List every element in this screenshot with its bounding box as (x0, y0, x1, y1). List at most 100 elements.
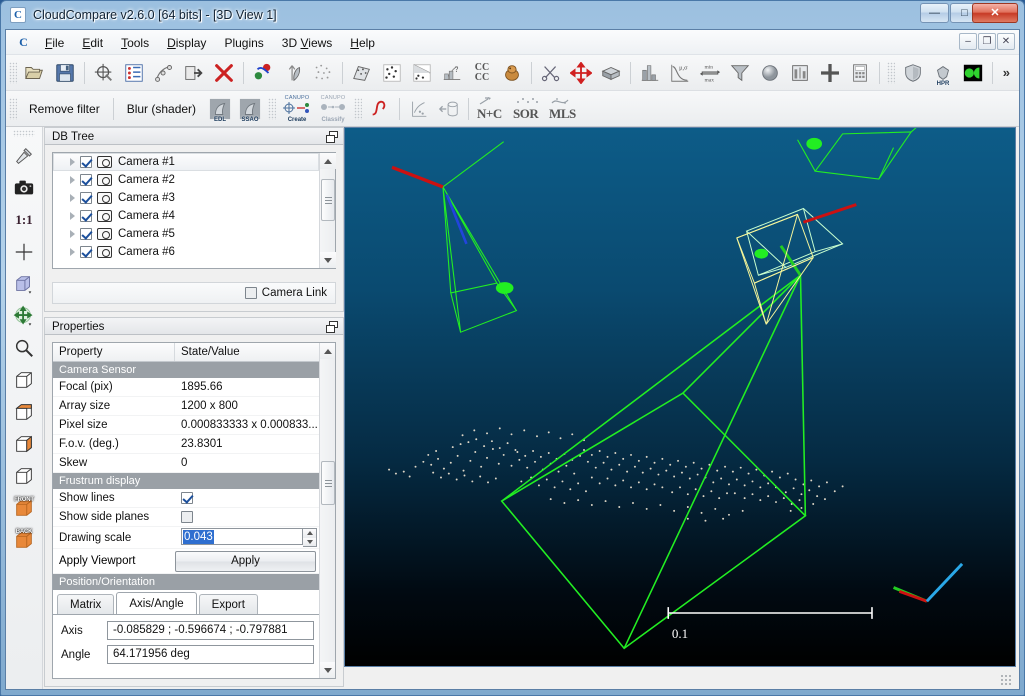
apply-button[interactable]: Apply (175, 550, 316, 572)
mdi-restore-button[interactable]: ❐ (978, 33, 996, 50)
box-primitive-icon[interactable] (597, 59, 625, 87)
sphere-icon[interactable] (756, 59, 784, 87)
view-front-icon[interactable]: FRONT (9, 493, 39, 523)
property-row-array-size[interactable]: Array size 1200 x 800 (53, 397, 319, 416)
axis-input[interactable]: -0.085829 ; -0.596674 ; -0.797881 (107, 621, 314, 640)
mls-filter-icon[interactable]: MLS (546, 95, 580, 123)
menu-display[interactable]: Display (158, 32, 215, 54)
menu-file[interactable]: File (36, 32, 73, 54)
minmax-icon[interactable]: min max (696, 59, 724, 87)
delete-icon[interactable] (210, 59, 238, 87)
gaussian-icon[interactable]: μ,σ (666, 59, 694, 87)
scrollbar-thumb[interactable] (321, 461, 335, 505)
pivot-move-icon[interactable] (9, 301, 39, 331)
segment-icon[interactable] (408, 59, 436, 87)
drawing-scale-field[interactable]: 0.043 (181, 528, 303, 545)
extra-toolbar-grip[interactable] (354, 97, 363, 120)
expand-arrow-icon[interactable] (70, 248, 75, 256)
subsample-icon[interactable] (309, 59, 337, 87)
view-toolbar-grip[interactable] (13, 130, 35, 137)
calculator-icon[interactable] (846, 59, 874, 87)
scroll-down-icon[interactable] (320, 252, 336, 268)
normals-icon[interactable] (279, 59, 307, 87)
stat-histogram-icon[interactable] (636, 59, 664, 87)
canupo-classify-icon[interactable]: CANUPO Classify (316, 95, 350, 123)
properties-table[interactable]: Property State/Value Camera Sensor Focal… (52, 342, 336, 679)
toolbar-grip[interactable] (9, 61, 17, 84)
camera-snapshot-icon[interactable] (9, 173, 39, 203)
expand-arrow-icon[interactable] (70, 176, 75, 184)
drawing-scale-spinbox[interactable]: 0.043 (175, 527, 319, 548)
tree-item-camera-3[interactable]: Camera #3 (53, 189, 319, 207)
expand-arrow-icon[interactable] (70, 158, 75, 166)
edl-shader-icon[interactable]: EDL (206, 95, 234, 123)
scissors-icon[interactable] (537, 59, 565, 87)
visibility-checkbox[interactable] (80, 210, 92, 222)
tree-item-camera-6[interactable]: Camera #6 (53, 243, 319, 261)
show-lines-checkbox[interactable] (181, 492, 193, 504)
mesh-icon[interactable] (348, 59, 376, 87)
view-left-icon[interactable] (9, 429, 39, 459)
merge-icon[interactable] (180, 59, 208, 87)
cc-compare-icon[interactable]: CC CC (468, 59, 496, 87)
mdi-close-button[interactable]: ✕ (997, 33, 1015, 50)
nc-filter-icon[interactable]: N+C (474, 95, 508, 123)
ssao-shader-icon[interactable]: SSAO (236, 95, 264, 123)
tab-export[interactable]: Export (198, 594, 258, 614)
property-row-skew[interactable]: Skew 0 (53, 454, 319, 473)
camera-link-checkbox[interactable] (244, 287, 257, 299)
remove-filter-button[interactable]: Remove filter (20, 97, 109, 121)
scroll-up-icon[interactable] (320, 343, 335, 359)
sor-filter-icon[interactable]: SOR (510, 95, 544, 123)
property-row-focal[interactable]: Focal (pix) 1895.66 (53, 378, 319, 397)
canupo-create-icon[interactable]: CANUPO Create (280, 95, 314, 123)
menu-help[interactable]: Help (341, 32, 384, 54)
resize-grip[interactable] (1000, 674, 1012, 686)
scroll-up-icon[interactable] (320, 153, 336, 169)
visibility-checkbox[interactable] (80, 192, 92, 204)
zoom-one-to-one-icon[interactable]: 1:1 (9, 205, 39, 235)
property-row-fov[interactable]: F.o.v. (deg.) 23.8301 (53, 435, 319, 454)
translate-rotate-icon[interactable] (567, 59, 595, 87)
unroll-icon[interactable] (435, 95, 463, 123)
tree-item-camera-4[interactable]: Camera #4 (53, 207, 319, 225)
scatter-tool-icon[interactable] (405, 95, 433, 123)
tree-item-camera-2[interactable]: Camera #2 (53, 171, 319, 189)
scrollbar-thumb[interactable] (321, 179, 335, 221)
angle-input[interactable]: 64.171956 deg (107, 645, 314, 664)
mdi-minimize-button[interactable]: – (959, 33, 977, 50)
expand-arrow-icon[interactable] (70, 230, 75, 238)
db-tree-icon[interactable] (120, 59, 148, 87)
scroll-down-icon[interactable] (320, 662, 335, 678)
tab-axis-angle[interactable]: Axis/Angle (116, 592, 197, 614)
save-icon[interactable] (51, 59, 79, 87)
stepper-down-icon[interactable] (303, 537, 316, 546)
expand-arrow-icon[interactable] (70, 194, 75, 202)
plugin-toolbar-grip[interactable] (887, 61, 895, 84)
visibility-checkbox[interactable] (80, 156, 92, 168)
scalar-field-icon[interactable] (786, 59, 814, 87)
filter-icon[interactable] (726, 59, 754, 87)
properties-float-icon[interactable] (326, 321, 338, 333)
property-row-show-lines[interactable]: Show lines (53, 489, 319, 508)
clone-icon[interactable] (150, 59, 178, 87)
add-icon[interactable] (816, 59, 844, 87)
property-row-show-side-planes[interactable]: Show side planes (53, 508, 319, 527)
view-back-icon[interactable]: BACK (9, 525, 39, 555)
tab-matrix[interactable]: Matrix (57, 594, 115, 614)
canupo-toolbar-grip[interactable] (268, 97, 277, 120)
crosshair-icon[interactable] (9, 237, 39, 267)
zoom-icon[interactable] (9, 333, 39, 363)
menu-3d-views[interactable]: 3D Views (273, 32, 342, 54)
point-picking-icon[interactable] (249, 59, 277, 87)
kinect-icon[interactable] (959, 59, 987, 87)
visibility-checkbox[interactable] (80, 174, 92, 186)
tree-item-camera-5[interactable]: Camera #5 (53, 225, 319, 243)
db-tree-float-icon[interactable] (326, 131, 338, 143)
show-side-planes-checkbox[interactable] (181, 511, 193, 523)
cloud-points-icon[interactable] (378, 59, 406, 87)
window-close-button[interactable]: ✕ (972, 3, 1018, 23)
tree-item-camera-1[interactable]: Camera #1 (53, 153, 319, 171)
pick-rotation-center-icon[interactable] (9, 141, 39, 171)
blur-shader-button[interactable]: Blur (shader) (118, 97, 205, 121)
